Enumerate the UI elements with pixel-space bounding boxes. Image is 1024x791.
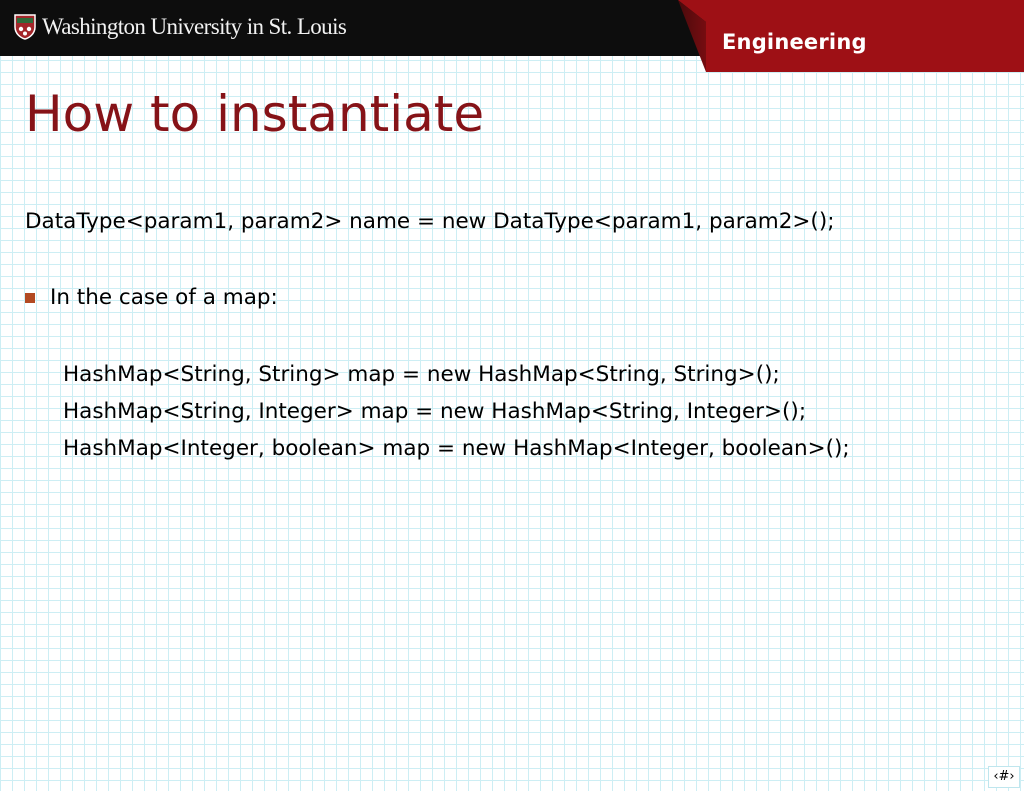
slide-number: ‹#› <box>988 766 1020 788</box>
engineering-label: Engineering <box>722 30 867 54</box>
shield-icon <box>14 14 36 40</box>
university-wordmark: Washington University in St. Louis <box>42 14 347 39</box>
university-logo: Washington University in St. Louis <box>14 14 347 40</box>
slide-title: How to instantiate <box>25 85 485 143</box>
example-line-3: HashMap<Integer, boolean> map = new Hash… <box>63 436 850 461</box>
example-line-2: HashMap<String, Integer> map = new HashM… <box>63 399 807 424</box>
example-line-1: HashMap<String, String> map = new HashMa… <box>63 362 780 387</box>
bullet-marker <box>25 293 35 303</box>
syntax-line: DataType<param1, param2> name = new Data… <box>25 209 835 234</box>
bullet-text: In the case of a map: <box>50 285 278 310</box>
